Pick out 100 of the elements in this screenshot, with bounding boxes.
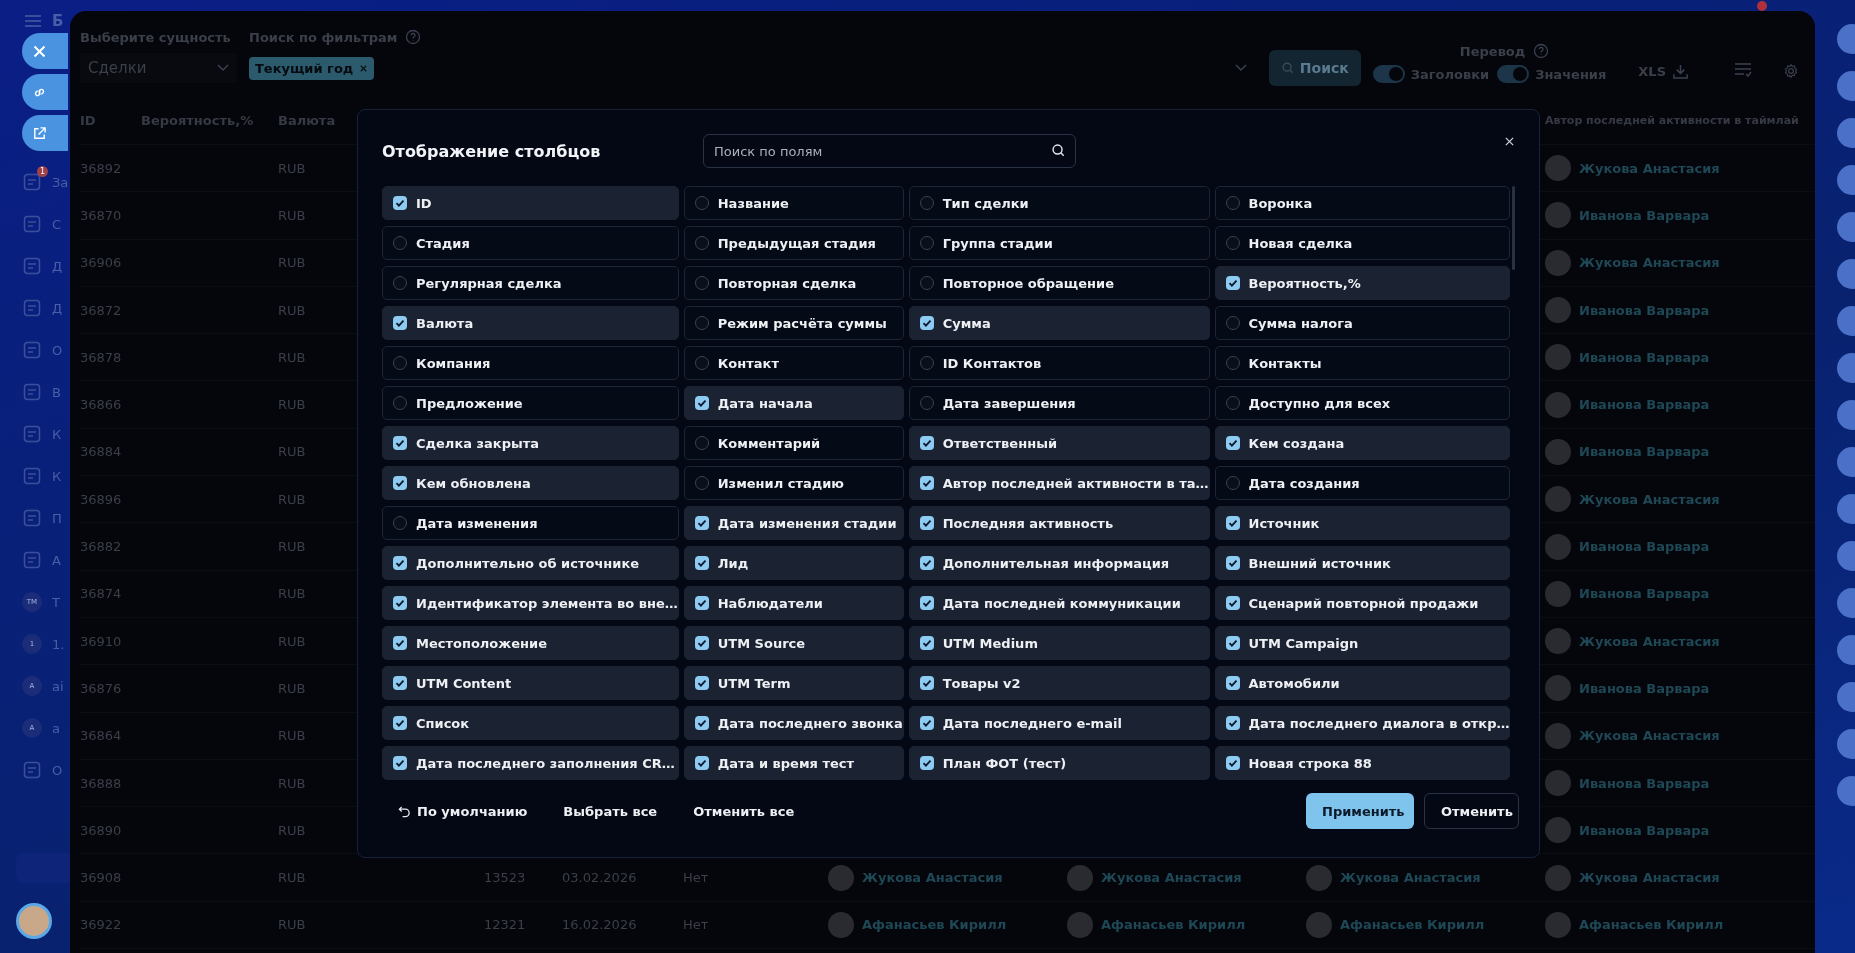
column-option[interactable]: План ФОТ (тест)	[908, 746, 1210, 780]
text-button[interactable]: По умолчанию	[398, 803, 528, 819]
column-option[interactable]: Доступно для всех	[1214, 386, 1511, 420]
checkbox[interactable]	[1225, 516, 1240, 530]
scrollbar[interactable]	[1512, 186, 1515, 270]
column-option[interactable]: Сумма	[908, 306, 1210, 340]
chevron-down-icon[interactable]	[1234, 64, 1247, 72]
checkbox[interactable]	[393, 276, 407, 290]
checkbox[interactable]	[393, 236, 407, 250]
checkbox[interactable]	[393, 396, 407, 410]
checkbox[interactable]	[694, 716, 709, 730]
checkbox[interactable]	[393, 556, 407, 570]
toggle-switch[interactable]	[1497, 65, 1530, 83]
column-option[interactable]: Дата изменения стадии	[683, 506, 904, 540]
column-option[interactable]: Дата последней коммуникации	[908, 586, 1210, 620]
column-option[interactable]: Вероятность,%	[1214, 266, 1511, 300]
checkbox[interactable]	[1225, 596, 1240, 610]
checkbox[interactable]	[1225, 756, 1240, 770]
menu-icon[interactable]	[24, 14, 42, 28]
column-option[interactable]: Источник	[1214, 506, 1511, 540]
square-icon[interactable]	[23, 341, 41, 359]
square-icon[interactable]	[23, 509, 41, 527]
column-option[interactable]: Комментарий	[683, 426, 904, 460]
column-option[interactable]: Воронка	[1214, 186, 1511, 220]
square-icon[interactable]	[23, 215, 41, 233]
checkbox[interactable]	[1225, 676, 1240, 690]
column-option[interactable]: Идентификатор элемента во вне…	[382, 586, 679, 620]
checkbox[interactable]	[694, 756, 709, 770]
checkbox[interactable]	[694, 276, 709, 290]
checkbox[interactable]	[694, 316, 709, 330]
checkbox[interactable]	[694, 676, 709, 690]
checkbox[interactable]	[919, 436, 934, 450]
column-option[interactable]: Дата последнего заполнения CR…	[382, 746, 679, 780]
column-option[interactable]: Предыдущая стадия	[683, 226, 904, 260]
checkbox[interactable]	[1225, 196, 1240, 210]
column-option[interactable]: Наблюдатели	[683, 586, 904, 620]
text-button[interactable]: Отменить все	[693, 803, 795, 819]
column-option[interactable]: Дата начала	[683, 386, 904, 420]
column-option[interactable]: UTM Source	[683, 626, 904, 660]
column-option[interactable]: Новая строка 88	[1214, 746, 1511, 780]
external-link-button[interactable]	[22, 115, 68, 151]
checkbox[interactable]	[919, 716, 934, 730]
column-option[interactable]: Автомобили	[1214, 666, 1511, 700]
checkbox[interactable]	[694, 636, 709, 650]
column-option[interactable]: UTM Medium	[908, 626, 1210, 660]
column-option[interactable]: Последняя активность	[908, 506, 1210, 540]
search-field[interactable]: Поиск по полям	[703, 134, 1076, 168]
checkbox[interactable]	[694, 476, 709, 490]
checkbox[interactable]	[1225, 356, 1240, 370]
checkbox[interactable]	[919, 476, 934, 490]
checkbox[interactable]	[393, 436, 407, 450]
column-option[interactable]: Внешний источник	[1214, 546, 1511, 580]
column-option[interactable]: Сделка закрыта	[382, 426, 679, 460]
close-icon[interactable]	[1504, 135, 1515, 147]
dialog-button[interactable]: Применить	[1306, 793, 1414, 829]
checkbox[interactable]	[1225, 276, 1240, 290]
column-option[interactable]: Товары v2	[908, 666, 1210, 700]
help-icon[interactable]	[405, 29, 422, 45]
checkbox[interactable]	[919, 636, 934, 650]
column-option[interactable]: ID Контактов	[908, 346, 1210, 380]
checkbox[interactable]	[393, 476, 407, 490]
help-icon[interactable]	[1533, 43, 1550, 59]
link-button[interactable]	[22, 74, 68, 110]
checkbox[interactable]	[919, 196, 934, 210]
checkbox[interactable]	[919, 236, 934, 250]
square-icon[interactable]	[23, 299, 41, 317]
checkbox[interactable]	[1225, 396, 1240, 410]
checkbox[interactable]	[1225, 236, 1240, 250]
checkbox[interactable]	[1225, 716, 1240, 730]
checkbox[interactable]	[919, 396, 934, 410]
checkbox[interactable]	[919, 276, 934, 290]
column-option[interactable]: Кем обновлена	[382, 466, 679, 500]
square-icon[interactable]	[23, 425, 41, 443]
column-option[interactable]: Повторное обращение	[908, 266, 1210, 300]
checkbox[interactable]	[1225, 636, 1240, 650]
column-option[interactable]: Сумма налога	[1214, 306, 1511, 340]
column-option[interactable]: Кем создана	[1214, 426, 1511, 460]
text-button[interactable]: Выбрать все	[563, 803, 658, 819]
checkbox[interactable]	[919, 356, 934, 370]
column-option[interactable]: Дата изменения	[382, 506, 679, 540]
close-button[interactable]	[22, 33, 68, 69]
column-option[interactable]: Дата завершения	[908, 386, 1210, 420]
checkbox[interactable]	[393, 596, 407, 610]
checkbox[interactable]	[694, 516, 709, 530]
column-option[interactable]: Дата создания	[1214, 466, 1511, 500]
checkbox[interactable]	[393, 356, 407, 370]
column-option[interactable]: Лид	[683, 546, 904, 580]
square-icon[interactable]	[23, 761, 41, 779]
column-option[interactable]: Дополнительно об источнике	[382, 546, 679, 580]
dialog-button[interactable]: Отменить	[1424, 793, 1519, 829]
square-icon[interactable]	[23, 551, 41, 569]
column-option[interactable]: Регулярная сделка	[382, 266, 679, 300]
checkbox[interactable]	[1225, 476, 1240, 490]
column-option[interactable]: Дата и время тест	[683, 746, 904, 780]
column-option[interactable]: UTM Campaign	[1214, 626, 1511, 660]
checkbox[interactable]	[694, 436, 709, 450]
checkbox[interactable]	[694, 356, 709, 370]
column-option[interactable]: ID	[382, 186, 679, 220]
checkbox[interactable]	[694, 596, 709, 610]
column-option[interactable]: Компания	[382, 346, 679, 380]
